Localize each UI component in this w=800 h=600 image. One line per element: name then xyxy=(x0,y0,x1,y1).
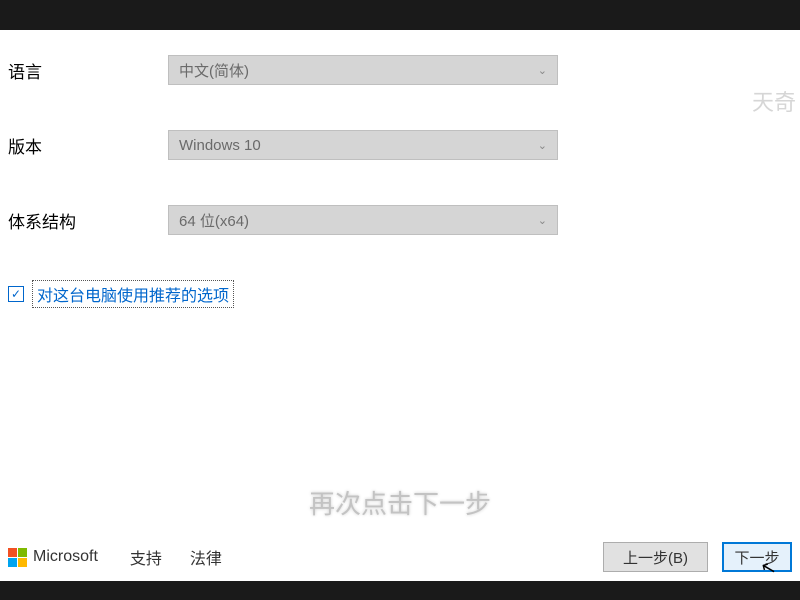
microsoft-icon xyxy=(8,548,27,567)
architecture-row: 体系结构 64 位(x64) ⌄ xyxy=(8,205,800,235)
footer-bar: Microsoft 支持 法律 上一步(B) 下一步 xyxy=(0,533,800,581)
microsoft-brand-text: Microsoft xyxy=(33,548,98,566)
footer-links: 支持 法律 xyxy=(130,545,222,569)
language-row: 语言 中文(简体) ⌄ xyxy=(8,55,800,85)
edition-label: 版本 xyxy=(8,133,168,158)
chevron-down-icon: ⌄ xyxy=(538,64,547,77)
next-button[interactable]: 下一步 xyxy=(722,542,792,572)
architecture-label: 体系结构 xyxy=(8,208,168,233)
legal-link[interactable]: 法律 xyxy=(190,545,222,569)
architecture-value: 64 位(x64) xyxy=(179,210,249,231)
subtitle-caption: 再次点击下一步 xyxy=(309,484,491,521)
back-button[interactable]: 上一步(B) xyxy=(603,542,708,572)
edition-dropdown[interactable]: Windows 10 ⌄ xyxy=(168,130,558,160)
recommended-checkbox[interactable]: ✓ xyxy=(8,286,24,302)
footer-buttons: 上一步(B) 下一步 xyxy=(603,542,792,572)
watermark-text: 天奇 xyxy=(752,85,796,117)
setup-window: 天奇 语言 中文(简体) ⌄ 版本 Windows 10 ⌄ 体系结构 64 位… xyxy=(0,30,800,581)
language-dropdown[interactable]: 中文(简体) ⌄ xyxy=(168,55,558,85)
architecture-dropdown[interactable]: 64 位(x64) ⌄ xyxy=(168,205,558,235)
language-value: 中文(简体) xyxy=(179,60,249,81)
edition-value: Windows 10 xyxy=(179,137,261,154)
language-label: 语言 xyxy=(8,58,168,83)
microsoft-logo: Microsoft xyxy=(8,548,98,567)
check-icon: ✓ xyxy=(11,288,21,300)
recommended-checkbox-row: ✓ 对这台电脑使用推荐的选项 xyxy=(8,280,800,308)
edition-row: 版本 Windows 10 ⌄ xyxy=(8,130,800,160)
chevron-down-icon: ⌄ xyxy=(538,214,547,227)
recommended-checkbox-label: 对这台电脑使用推荐的选项 xyxy=(32,280,234,308)
form-content: 语言 中文(简体) ⌄ 版本 Windows 10 ⌄ 体系结构 64 位(x6… xyxy=(0,30,800,308)
chevron-down-icon: ⌄ xyxy=(538,139,547,152)
support-link[interactable]: 支持 xyxy=(130,545,162,569)
